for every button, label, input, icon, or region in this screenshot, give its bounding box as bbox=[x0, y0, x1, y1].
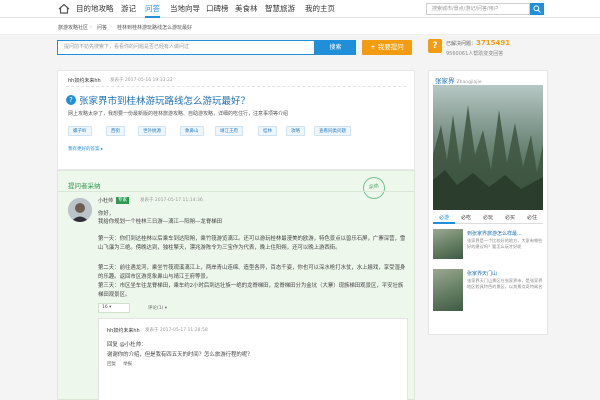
plus-icon: + bbox=[370, 43, 378, 51]
breadcrumb-separator: › bbox=[110, 24, 112, 30]
solved-stats-line2: 9560061人帮助变变回答 bbox=[446, 51, 504, 57]
question-title: 张家界市到桂林游玩路线怎么游玩最好？ bbox=[79, 96, 251, 107]
nav-ranking[interactable]: 口碑榜 bbox=[206, 0, 229, 18]
thumbnail-image bbox=[433, 269, 463, 311]
nav-travel-notes[interactable]: 游记 bbox=[121, 0, 136, 18]
sidebar-item-title: 张家界天门山 bbox=[467, 271, 498, 277]
question-icon: ? bbox=[66, 95, 76, 105]
avatar[interactable] bbox=[68, 198, 92, 222]
breadcrumb-separator: › bbox=[90, 24, 92, 30]
breadcrumb-current: 桂林到桂林游玩路线怎么游玩最好 bbox=[117, 25, 193, 31]
answer-day1: 第一天：你们到达桂林以后乘车到达阳朔，乘竹筏游览漓江。还可以游玩桂林最漫美的欧游… bbox=[98, 236, 406, 251]
thumbnail-image bbox=[433, 229, 463, 259]
ask-question-label: 我要提问 bbox=[377, 43, 404, 51]
question-description: 网上攻略太杂了，我想要一份最新版的桂林旅游攻略、自助游攻略，详细的吃住行，注意事… bbox=[68, 111, 289, 117]
question-card: hh奴约未来hh 发表于 2017-05-16 19:33:22 ? 张家界市到… bbox=[57, 70, 415, 170]
top-search-input[interactable]: 搜索城市/景点/游记/问答/用户 bbox=[426, 3, 530, 15]
vote-button[interactable]: 16 ▾ bbox=[98, 303, 130, 313]
comment-author[interactable]: hh奴约未来hh bbox=[107, 327, 140, 334]
tag-list: 螺子岭 西街 世外桃源 象鼻山 靖江王府 桂林 攻略 查看同类问题 bbox=[68, 126, 408, 138]
answer-time: 发表于 2017-05-17 11:14:36 bbox=[140, 198, 203, 203]
tab-must-visit[interactable]: 必游 bbox=[433, 213, 455, 224]
comment-time: 发表于 2017-05-17 11:28:58 bbox=[145, 328, 208, 333]
sidebar-list-item[interactable]: 张家界天门山 张家界天门山景区在张家界市，是张家界地区较具特色的景区，以其景点奇… bbox=[433, 269, 545, 311]
answer-day2: 第二天：前往遇龙河，乘坐竹筏观溪漓江上，两岸青山连绵、造型各异，百态千姿，你也可… bbox=[98, 265, 406, 280]
tab-must-play[interactable]: 必玩 bbox=[477, 213, 499, 224]
tab-must-eat[interactable]: 必吃 bbox=[455, 213, 477, 224]
reply-link[interactable]: 回复 bbox=[107, 361, 116, 367]
comment-toggle[interactable]: 评论(1) ▾ bbox=[148, 305, 167, 311]
comment-box: hh奴约未来hh 发表于 2017-05-17 11:28:58 回复 @小杜帅… bbox=[98, 318, 408, 400]
tab-must-stay[interactable]: 必住 bbox=[521, 213, 543, 224]
tag[interactable]: 桂林 bbox=[258, 126, 277, 136]
accepted-answer-card: 提问者采纳 采纳 小杜帅 专家 发表于 2017-05-17 11:14:36 … bbox=[57, 170, 415, 400]
accepted-stamp: 采纳 bbox=[360, 174, 388, 202]
solved-count: 3715491 bbox=[476, 39, 511, 47]
report-link[interactable]: 举报 bbox=[123, 361, 132, 367]
breadcrumb-community[interactable]: 旅游攻略社区 bbox=[58, 24, 88, 31]
comment-reply-to: 回复 @小杜帅： bbox=[107, 342, 147, 348]
sidebar-list-item[interactable]: 到张家界旅游怎么样最... 张家界是一个比较好的地方，大家有哪些好的建议吗？要怎… bbox=[433, 229, 545, 267]
tag[interactable]: 靖江王府 bbox=[215, 126, 243, 136]
tag[interactable]: 攻略 bbox=[286, 126, 305, 136]
tag[interactable]: 象鼻山 bbox=[180, 126, 204, 136]
mountain-image bbox=[433, 105, 543, 210]
solved-stats: ? 已解决问题：3715491 9560061人帮助变变回答 bbox=[428, 38, 548, 62]
tag[interactable]: 世外桃源 bbox=[138, 126, 166, 136]
nav-smart-travel[interactable]: 智慧旅游 bbox=[265, 0, 295, 18]
better-answer-link[interactable]: 我有更好的答案 ▸ bbox=[68, 146, 103, 152]
home-icon[interactable] bbox=[58, 3, 70, 14]
tag-view-similar[interactable]: 查看同类问题 bbox=[314, 126, 351, 136]
top-nav: 目的地攻略 游记 问答 当地向导 口碑榜 美食林 智慧旅游 我的主页 搜索城市/… bbox=[0, 0, 600, 18]
nav-destination-guide[interactable]: 目的地攻略 bbox=[76, 0, 114, 18]
ask-search-button[interactable]: 搜索 bbox=[315, 40, 356, 55]
tag[interactable]: 西街 bbox=[106, 126, 125, 136]
sidebar-item-title: 到张家界旅游怎么样最... bbox=[467, 231, 522, 237]
destination-sidebar: 张家界 Zhangjiajie 必游 必吃 必玩 必买 必住 到张家界旅游怎么样… bbox=[428, 70, 548, 335]
sidebar-title[interactable]: 张家界 Zhangjiajie bbox=[435, 75, 482, 85]
nav-food[interactable]: 美食林 bbox=[235, 0, 258, 18]
question-time: 发表于 2017-05-16 19:33:22 bbox=[110, 78, 173, 83]
avatar-image bbox=[68, 198, 92, 222]
divider bbox=[58, 191, 414, 192]
nav-qa[interactable]: 问答 bbox=[145, 0, 160, 18]
accepted-answer-header: 提问者采纳 bbox=[68, 182, 101, 190]
search-icon bbox=[533, 5, 541, 13]
sidebar-item-desc: 张家界是一个比较好的地方，大家有哪些好的建议吗？要怎么玩才好呢 bbox=[467, 238, 543, 249]
answer-intro: 我给你规划一个桂林三日游—漓江—阳朔—龙脊梯田 bbox=[98, 219, 222, 225]
tag[interactable]: 螺子岭 bbox=[68, 126, 92, 136]
answer-day3: 第三天：市区坐车往龙脊梯田，乘车约2小时后到达壮族一绝的龙脊梯田，龙脊梯田分为金… bbox=[98, 283, 404, 298]
sidebar-tabs: 必游 必吃 必玩 必买 必住 bbox=[433, 213, 543, 224]
breadcrumb-qa[interactable]: 问答 bbox=[97, 24, 107, 31]
solved-stats-line1: 已解决问题：3715491 bbox=[446, 39, 511, 47]
answer-author[interactable]: 小杜帅 bbox=[98, 197, 113, 204]
divider bbox=[66, 86, 406, 87]
nav-my-home[interactable]: 我的主页 bbox=[305, 0, 335, 18]
sidebar-item-desc: 张家界天门山景区在张家界市，是张家界地区较具特色的景区，以其景点奇特闻名 bbox=[467, 278, 543, 289]
expert-badge: 专家 bbox=[116, 197, 129, 204]
ask-search-input[interactable]: 提问前不妨先搜索下，看看你的问题是否已经有人做问过 bbox=[57, 40, 315, 55]
tab-must-buy[interactable]: 必买 bbox=[499, 213, 521, 224]
breadcrumb: 旅游攻略社区 › 问答 › 桂林到桂林游玩路线怎么游玩最好 bbox=[0, 18, 600, 35]
top-search-button[interactable] bbox=[530, 3, 544, 15]
question-author[interactable]: hh奴约未来hh bbox=[68, 77, 101, 84]
nav-local-guide[interactable]: 当地向导 bbox=[170, 0, 200, 18]
ask-question-button[interactable]: + 我要提问 bbox=[362, 40, 412, 55]
question-mark-icon: ? bbox=[428, 39, 442, 53]
comment-text: 谢谢你的介绍，但是我有四五天的时间？怎么旅游行程的呢？ bbox=[107, 352, 253, 358]
destination-photo[interactable] bbox=[433, 85, 543, 210]
answer-greeting: 你好， bbox=[98, 211, 115, 217]
